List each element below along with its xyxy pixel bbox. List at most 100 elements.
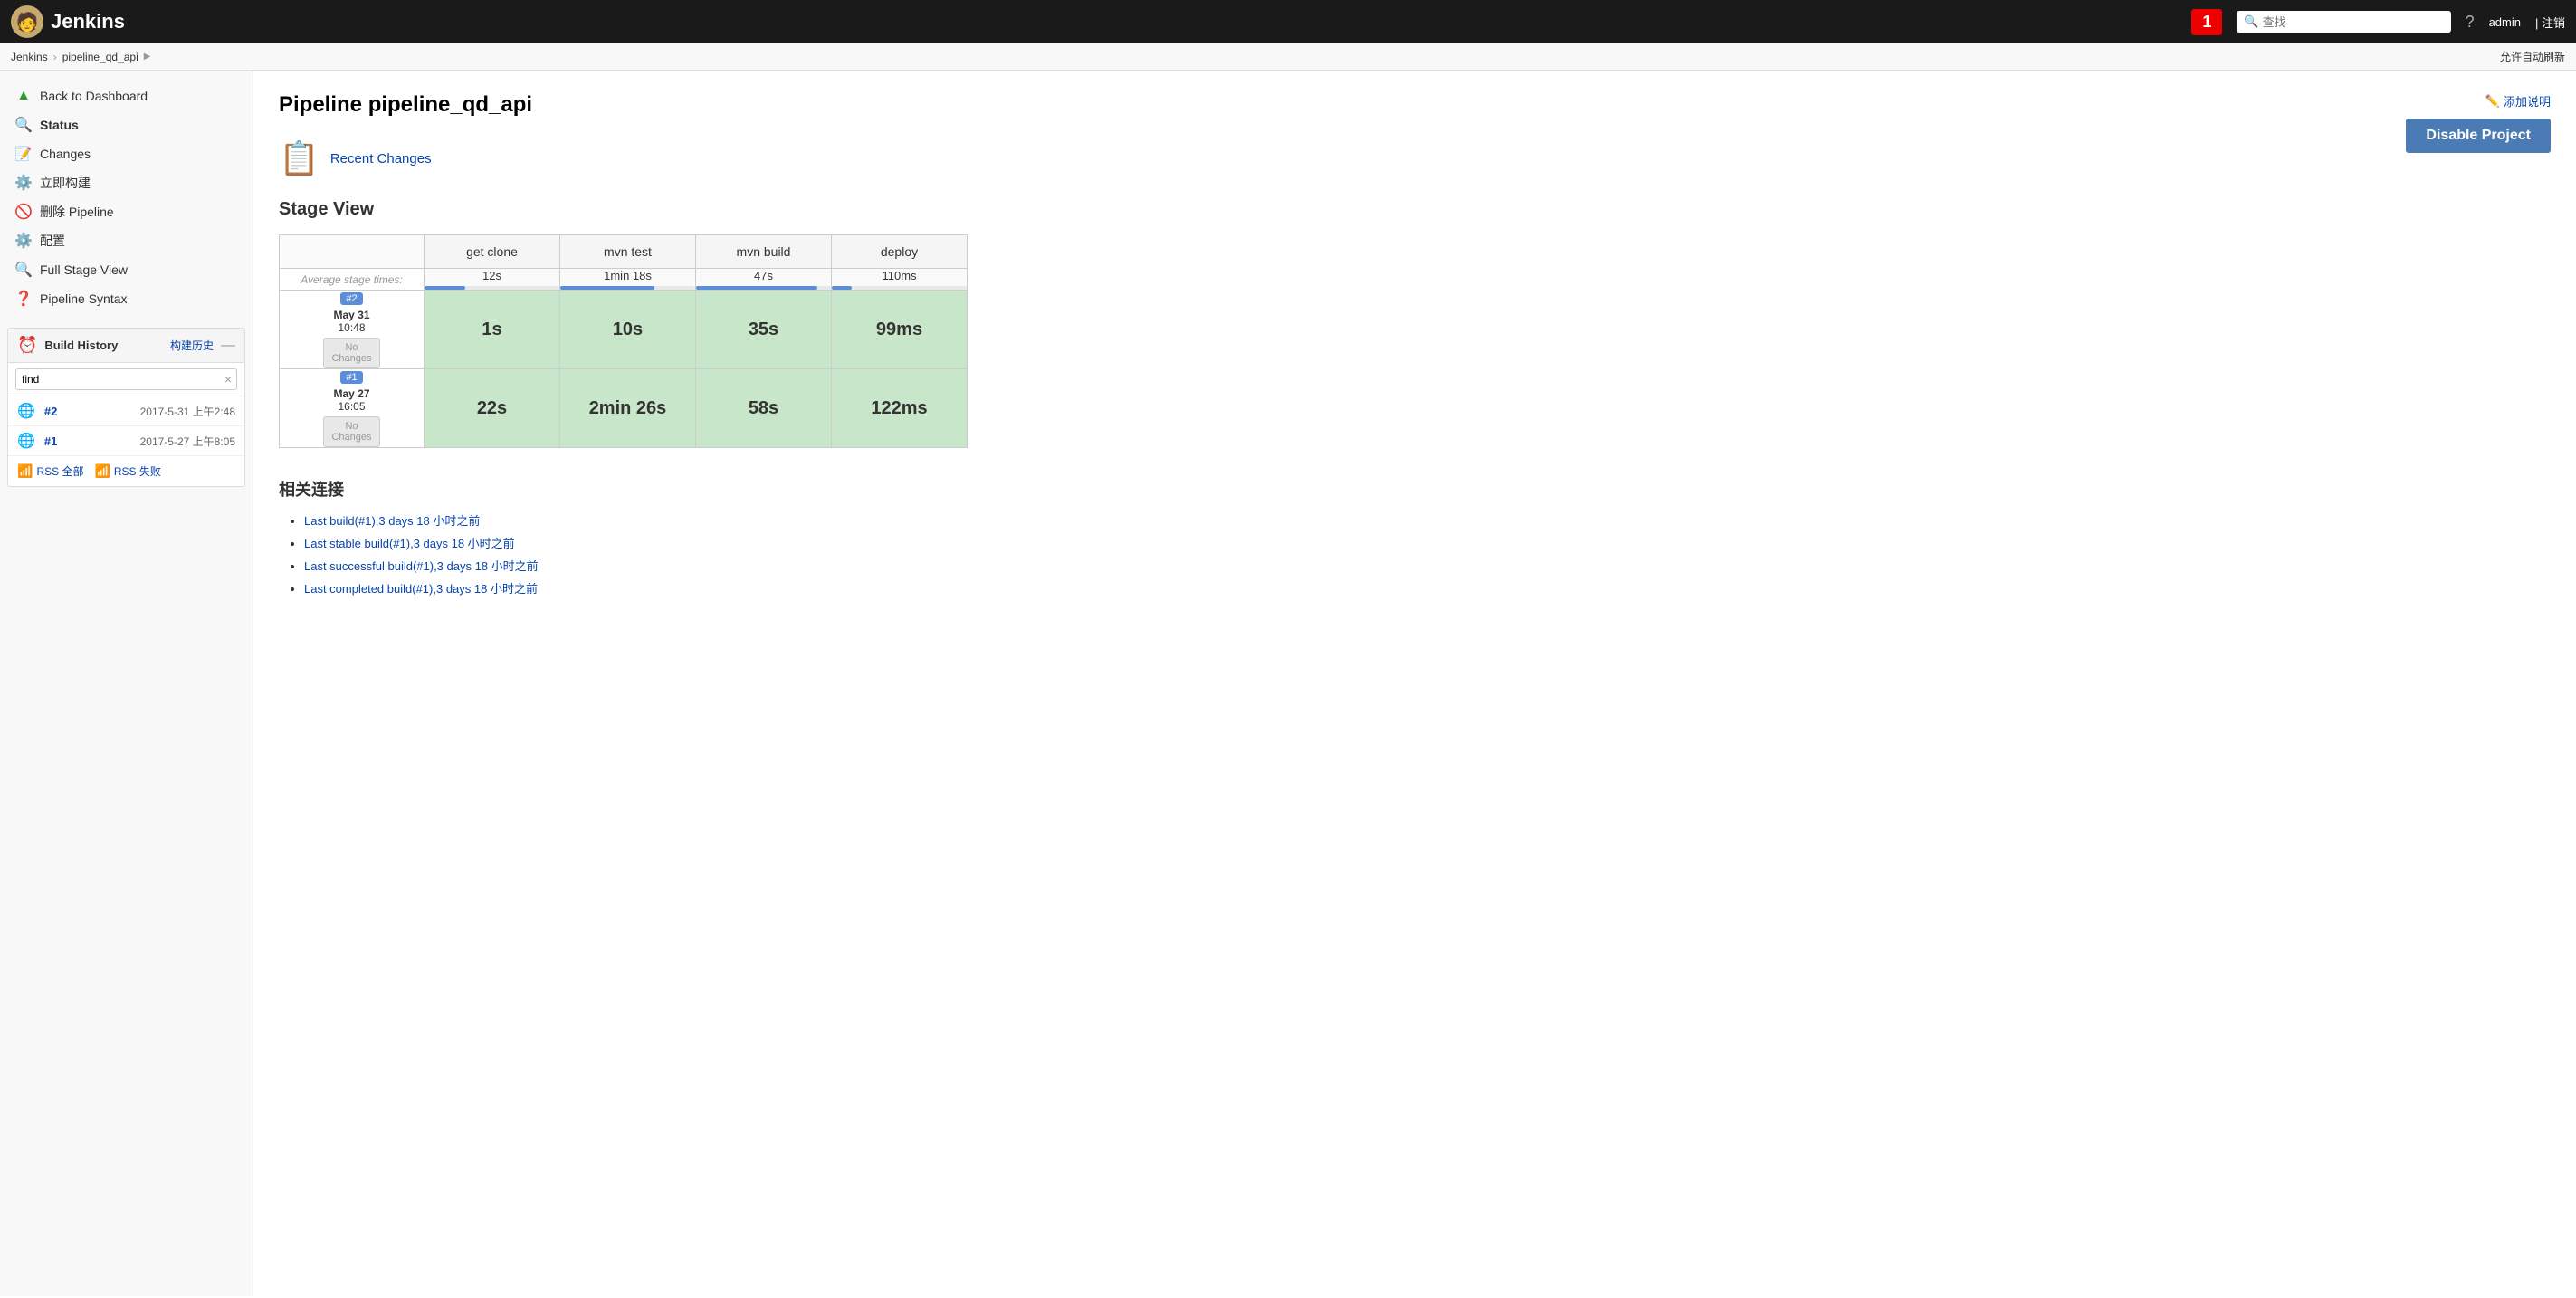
disable-project-button[interactable]: Disable Project bbox=[2406, 119, 2551, 153]
build-item-1: 🌐 #1 2017-5-27 上午8:05 bbox=[8, 426, 244, 456]
build-history-link[interactable]: 构建历史 bbox=[170, 338, 214, 353]
build-now-icon: ⚙️ bbox=[14, 174, 33, 192]
top-right-actions: ✏️ 添加说明 Disable Project bbox=[2406, 92, 2551, 153]
rss-links: 📶 RSS 全部 📶 RSS 失败 bbox=[8, 456, 244, 486]
sidebar-label-status: Status bbox=[40, 118, 79, 132]
related-link-4[interactable]: Last completed build(#1),3 days 18 小时之前 bbox=[304, 582, 538, 596]
breadcrumb-pipeline[interactable]: pipeline_qd_api bbox=[62, 51, 138, 63]
help-icon[interactable]: ? bbox=[2466, 13, 2475, 32]
build-1-status-icon: 🌐 bbox=[17, 432, 35, 450]
rss-all-label: RSS 全部 bbox=[36, 463, 83, 479]
table-row-build-1: #1 May 27 16:05 NoChanges 22s 2min 26s 5… bbox=[280, 369, 968, 448]
search-box: 🔍 bbox=[2237, 11, 2450, 33]
changes-icon: 📝 bbox=[14, 145, 33, 163]
jenkins-logo[interactable]: 🧑 Jenkins bbox=[11, 5, 125, 38]
build-2-time-display: 10:48 bbox=[280, 321, 424, 334]
build-1-no-changes-btn[interactable]: NoChanges bbox=[323, 416, 379, 447]
build-2-date: 2017-5-31 上午2:48 bbox=[140, 404, 235, 419]
build-2-date-display: May 31 bbox=[280, 309, 424, 321]
notification-badge[interactable]: 1 bbox=[2191, 9, 2222, 35]
user-name: admin bbox=[2489, 15, 2521, 29]
related-link-3[interactable]: Last successful build(#1),3 days 18 小时之前 bbox=[304, 559, 539, 573]
recent-changes-link[interactable]: Recent Changes bbox=[330, 151, 432, 167]
build-1-mvn-build-result: 58s bbox=[696, 369, 832, 448]
rss-all-icon: 📶 bbox=[17, 463, 33, 479]
sidebar-label-delete-pipeline: 删除 Pipeline bbox=[40, 203, 114, 221]
page-title: Pipeline pipeline_qd_api bbox=[279, 92, 2551, 118]
jenkins-avatar: 🧑 bbox=[11, 5, 43, 38]
build-1-time-display: 16:05 bbox=[280, 400, 424, 413]
full-stage-icon: 🔍 bbox=[14, 261, 33, 279]
sidebar-item-build-now[interactable]: ⚙️ 立即构建 bbox=[7, 168, 245, 197]
add-description-label: 添加说明 bbox=[2504, 92, 2551, 110]
build-2-deploy-result: 99ms bbox=[832, 291, 968, 369]
build-history-dash[interactable]: — bbox=[221, 338, 235, 354]
sidebar-item-configure[interactable]: ⚙️ 配置 bbox=[7, 226, 245, 255]
build-history-header: ⏰ Build History 构建历史 — bbox=[8, 329, 244, 363]
sidebar-label-full-stage-view: Full Stage View bbox=[40, 262, 128, 277]
build-1-get-clone-result: 22s bbox=[425, 369, 560, 448]
related-link-item-1: Last build(#1),3 days 18 小时之前 bbox=[304, 511, 2551, 529]
sidebar-item-full-stage-view[interactable]: 🔍 Full Stage View bbox=[7, 255, 245, 284]
build-2-status-icon: 🌐 bbox=[17, 402, 35, 420]
sidebar-item-pipeline-syntax[interactable]: ❓ Pipeline Syntax bbox=[7, 284, 245, 313]
build-1-tag: #1 bbox=[340, 371, 362, 384]
logout-button[interactable]: | 注销 bbox=[2535, 14, 2565, 31]
status-icon: 🔍 bbox=[14, 116, 33, 134]
breadcrumb-jenkins[interactable]: Jenkins bbox=[11, 51, 48, 63]
stage-col-deploy: deploy bbox=[832, 235, 968, 269]
sidebar-label-build-now: 立即构建 bbox=[40, 174, 91, 192]
build-search-input[interactable] bbox=[15, 368, 237, 390]
build-2-mvn-test-result: 10s bbox=[560, 291, 696, 369]
build-2-no-changes-btn[interactable]: NoChanges bbox=[323, 338, 379, 368]
build-2-info-cell: #2 May 31 10:48 NoChanges bbox=[280, 291, 425, 369]
sidebar-item-status[interactable]: 🔍 Status bbox=[7, 110, 245, 139]
sidebar-item-delete-pipeline[interactable]: 🚫 删除 Pipeline bbox=[7, 197, 245, 226]
avg-time-deploy: 110ms bbox=[832, 269, 968, 291]
breadcrumb-arrow: ▶ bbox=[144, 52, 151, 62]
build-history-icon: ⏰ bbox=[17, 336, 37, 355]
sidebar-item-changes[interactable]: 📝 Changes bbox=[7, 139, 245, 168]
stage-col-mvn-test: mvn test bbox=[560, 235, 696, 269]
arrow-up-icon: ▲ bbox=[14, 87, 33, 105]
related-links-list: Last build(#1),3 days 18 小时之前 Last stabl… bbox=[279, 511, 2551, 597]
related-link-2[interactable]: Last stable build(#1),3 days 18 小时之前 bbox=[304, 537, 515, 550]
avg-time-mvn-test: 1min 18s bbox=[560, 269, 696, 291]
rss-fail-icon: 📶 bbox=[94, 463, 110, 479]
rss-fail-link[interactable]: 📶 RSS 失败 bbox=[94, 463, 160, 479]
build-2-get-clone-result: 1s bbox=[425, 291, 560, 369]
stage-table: get clone mvn test mvn build deploy Aver… bbox=[279, 234, 968, 448]
avg-time-mvn-build: 47s bbox=[696, 269, 832, 291]
rss-all-link[interactable]: 📶 RSS 全部 bbox=[17, 463, 83, 479]
recent-changes-section: 📋 Recent Changes bbox=[279, 139, 2551, 177]
avg-time-get-clone: 12s bbox=[425, 269, 560, 291]
stage-col-mvn-build: mvn build bbox=[696, 235, 832, 269]
avg-time-label: Average stage times: bbox=[280, 269, 425, 291]
search-icon: 🔍 bbox=[2244, 14, 2258, 29]
build-2-link[interactable]: #2 bbox=[44, 405, 57, 418]
main-layout: ▲ Back to Dashboard 🔍 Status 📝 Changes ⚙… bbox=[0, 71, 2576, 1296]
build-1-date: 2017-5-27 上午8:05 bbox=[140, 434, 235, 449]
sidebar-item-back-to-dashboard[interactable]: ▲ Back to Dashboard bbox=[7, 81, 245, 110]
related-link-item-2: Last stable build(#1),3 days 18 小时之前 bbox=[304, 534, 2551, 551]
search-input[interactable] bbox=[2263, 15, 2444, 29]
sidebar-label-configure: 配置 bbox=[40, 232, 65, 250]
autorefresh-link[interactable]: 允许自动刷新 bbox=[2500, 49, 2565, 64]
pipeline-syntax-icon: ❓ bbox=[14, 290, 33, 308]
build-search-clear[interactable]: × bbox=[224, 372, 232, 387]
stage-col-get-clone: get clone bbox=[425, 235, 560, 269]
related-link-1[interactable]: Last build(#1),3 days 18 小时之前 bbox=[304, 514, 480, 528]
build-history-panel: ⏰ Build History 构建历史 — × 🌐 #2 2017-5-31 … bbox=[7, 328, 245, 487]
build-2-tag: #2 bbox=[340, 292, 362, 305]
configure-icon: ⚙️ bbox=[14, 232, 33, 250]
sidebar-label-back-to-dashboard: Back to Dashboard bbox=[40, 89, 148, 103]
build-1-date-display: May 27 bbox=[280, 387, 424, 400]
related-link-item-4: Last completed build(#1),3 days 18 小时之前 bbox=[304, 579, 2551, 597]
build-item-2: 🌐 #2 2017-5-31 上午2:48 bbox=[8, 396, 244, 426]
breadcrumb: Jenkins › pipeline_qd_api ▶ 允许自动刷新 bbox=[0, 43, 2576, 71]
main-content: Pipeline pipeline_qd_api ✏️ 添加说明 Disable… bbox=[253, 71, 2576, 1296]
rss-fail-label: RSS 失败 bbox=[114, 463, 161, 479]
build-1-link[interactable]: #1 bbox=[44, 434, 57, 448]
edit-icon: ✏️ bbox=[2485, 94, 2500, 109]
add-description-link[interactable]: ✏️ 添加说明 bbox=[2485, 92, 2551, 110]
